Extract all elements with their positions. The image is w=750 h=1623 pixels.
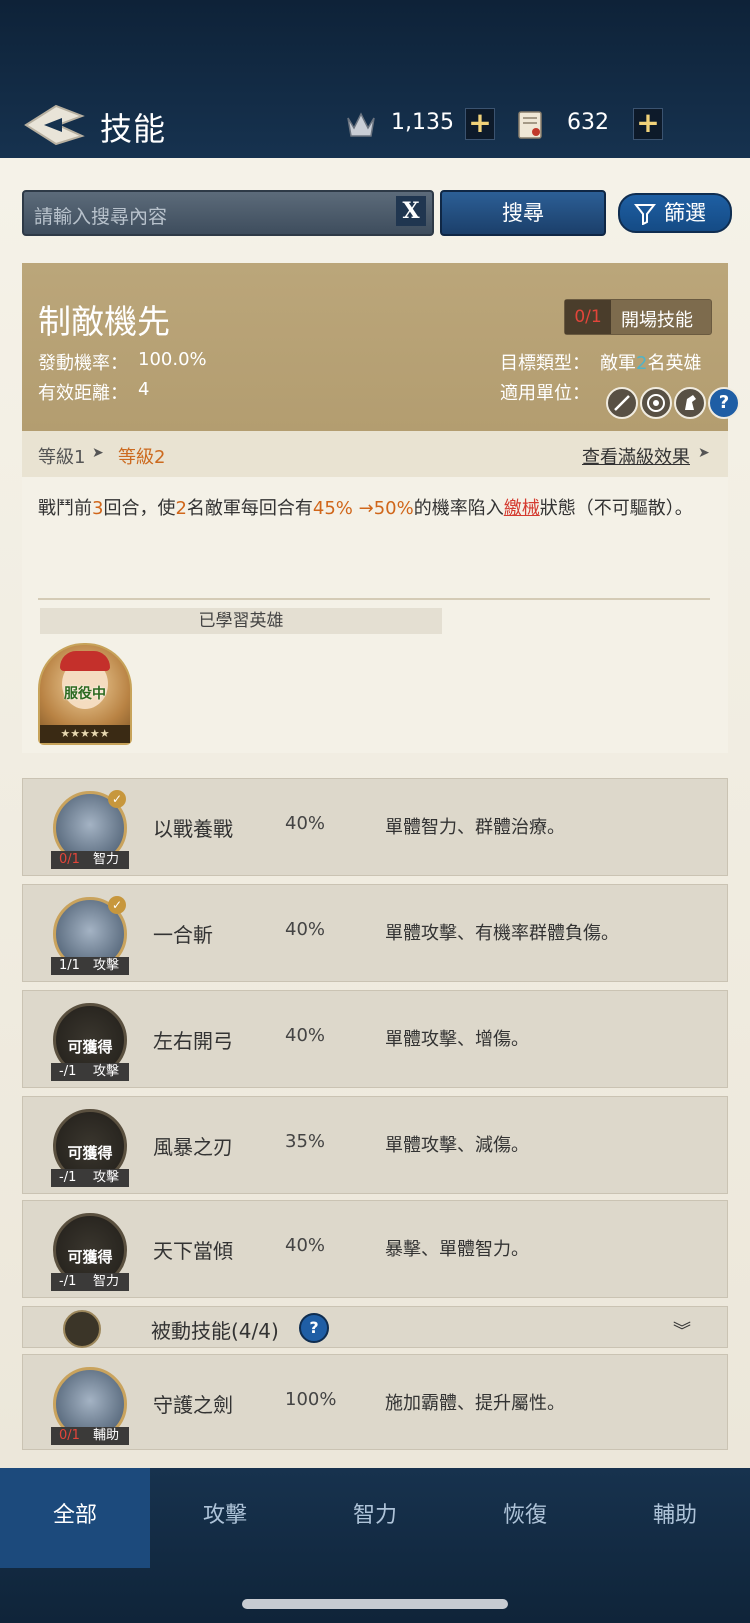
horse-icon [674, 387, 706, 419]
units-label: 適用單位： [500, 383, 590, 404]
trigger-value: 100.0% [138, 349, 207, 370]
filter-button[interactable]: 篩選 [618, 193, 732, 233]
page-title: 技能 [100, 110, 167, 148]
chevron-down-icon[interactable]: ︾ [673, 1317, 691, 1343]
list-item[interactable]: 可獲得 -/1 攻擊 左右開弓 40% 單體攻擊、增傷。 [22, 990, 728, 1088]
skill-desc: 單體攻擊、有機率群體負傷。 [385, 923, 619, 944]
skill-desc: 單體攻擊、減傷。 [385, 1135, 529, 1156]
skill-name: 以戰養戰 [153, 817, 233, 841]
skill-count-type: -/1 攻擊 [51, 1169, 129, 1187]
filter-label: 篩選 [664, 201, 706, 225]
divider [38, 598, 710, 600]
skill-rate: 100% [285, 1389, 337, 1410]
list-item[interactable]: 可獲得 -/1 攻擊 風暴之刃 35% 單體攻擊、減傷。 [22, 1096, 728, 1194]
star-rating: ★★★★★ [40, 725, 130, 743]
trigger-label: 發動機率： [38, 353, 128, 374]
skill-name: 左右開弓 [153, 1029, 233, 1053]
add-crown-button[interactable]: + [465, 108, 495, 140]
state-link: 繳械 [503, 498, 540, 519]
crown-icon [347, 112, 375, 137]
level-row: 等級1 ➤ 等級2 查看滿級效果 ➤ [22, 431, 728, 477]
skill-name: 一合斬 [153, 923, 213, 947]
tag-label: 開場技能 [621, 310, 693, 331]
skill-desc: 單體攻擊、增傷。 [385, 1029, 529, 1050]
skill-tag: 0/1 開場技能 [564, 299, 712, 335]
tab-recovery[interactable]: 恢復 [450, 1468, 600, 1568]
tab-attack[interactable]: 攻擊 [150, 1468, 300, 1568]
skill-detail-panel: 制敵機先 0/1 開場技能 發動機率： 100.0% 有效距離： 4 目標類型：… [22, 263, 740, 753]
range-label: 有效距離： [38, 383, 128, 404]
skill-description: 戰鬥前3回合，使2名敵軍每回合有45% →50%的機率陷入繳械狀態（不可驅散）。 [38, 498, 693, 519]
scroll-icon [518, 111, 542, 139]
check-icon: ✓ [108, 896, 126, 914]
hero-status: 服役中 [64, 686, 106, 702]
skill-count-type: -/1 智力 [51, 1273, 129, 1291]
available-label: 可獲得 [67, 1038, 113, 1056]
home-indicator[interactable] [242, 1599, 508, 1609]
arrow-right-icon: ➤ [698, 445, 710, 461]
available-label: 可獲得 [67, 1144, 113, 1162]
skill-rate: 40% [285, 1235, 326, 1256]
help-icon[interactable]: ? [708, 387, 740, 419]
arrow-right-icon: ➤ [92, 445, 104, 461]
hero-hat [60, 651, 110, 671]
filter-icon [634, 204, 656, 225]
sword-icon [606, 387, 638, 419]
skill-name: 制敵機先 [38, 302, 170, 341]
skill-count-type: 0/1 智力 [51, 851, 129, 869]
passive-skills-header[interactable]: 被動技能(4/4) ? ︾ [22, 1306, 728, 1348]
list-item[interactable]: 0/1 輔助 守護之劍 100% 施加霸體、提升屬性。 [22, 1354, 728, 1450]
list-item[interactable]: ✓ 1/1 攻擊 一合斬 40% 單體攻擊、有機率群體負傷。 [22, 884, 728, 982]
helmet-icon [63, 1310, 101, 1348]
hero-portrait[interactable]: 服役中 ★★★★★ [38, 643, 132, 745]
search-placeholder: 請輸入搜尋內容 [34, 206, 168, 228]
target-value: 敵軍2名英雄 [600, 353, 702, 374]
skill-desc: 施加霸體、提升屬性。 [385, 1393, 565, 1414]
skill-rate: 35% [285, 1131, 326, 1152]
available-label: 可獲得 [67, 1248, 113, 1266]
skill-count-type: 0/1 輔助 [51, 1427, 129, 1445]
skill-name: 守護之劍 [153, 1393, 233, 1417]
crown-count: 1,135 [391, 110, 454, 135]
skill-rate: 40% [285, 813, 326, 834]
scroll-count: 632 [567, 110, 609, 135]
target-label: 目標類型： [500, 353, 590, 374]
check-icon: ✓ [108, 790, 126, 808]
back-icon[interactable] [22, 100, 86, 150]
level-1[interactable]: 等級1 [38, 443, 85, 469]
search-button[interactable]: 搜尋 [440, 190, 606, 236]
target-icon [640, 387, 672, 419]
passive-label: 被動技能(4/4) [151, 1319, 279, 1343]
skill-desc: 單體智力、群體治療。 [385, 817, 565, 838]
view-full-level-link[interactable]: 查看滿級效果 [582, 443, 690, 469]
level-2[interactable]: 等級2 [118, 443, 165, 469]
skill-name: 風暴之刃 [153, 1135, 233, 1159]
tab-support[interactable]: 輔助 [600, 1468, 750, 1568]
add-scroll-button[interactable]: + [633, 108, 663, 140]
list-item[interactable]: ✓ 0/1 智力 以戰養戰 40% 單體智力、群體治療。 [22, 778, 728, 876]
skill-rate: 40% [285, 1025, 326, 1046]
clear-search-button[interactable]: X [396, 196, 426, 226]
range-value: 4 [138, 379, 150, 400]
tab-intelligence[interactable]: 智力 [300, 1468, 450, 1568]
list-item[interactable]: 可獲得 -/1 智力 天下當傾 40% 暴擊、單體智力。 [22, 1200, 728, 1298]
search-input[interactable]: 請輸入搜尋內容 X [22, 190, 434, 236]
skill-detail-header: 制敵機先 0/1 開場技能 發動機率： 100.0% 有效距離： 4 目標類型：… [22, 263, 740, 431]
tab-all[interactable]: 全部 [0, 1468, 150, 1568]
skill-count-type: 1/1 攻擊 [51, 957, 129, 975]
learned-heroes-header: 已學習英雄 [40, 608, 442, 634]
skill-count-type: -/1 攻擊 [51, 1063, 129, 1081]
skill-desc: 暴擊、單體智力。 [385, 1239, 529, 1260]
skill-rate: 40% [285, 919, 326, 940]
skill-name: 天下當傾 [153, 1239, 233, 1263]
tag-count: 0/1 [565, 300, 611, 334]
help-icon[interactable]: ? [299, 1313, 329, 1343]
